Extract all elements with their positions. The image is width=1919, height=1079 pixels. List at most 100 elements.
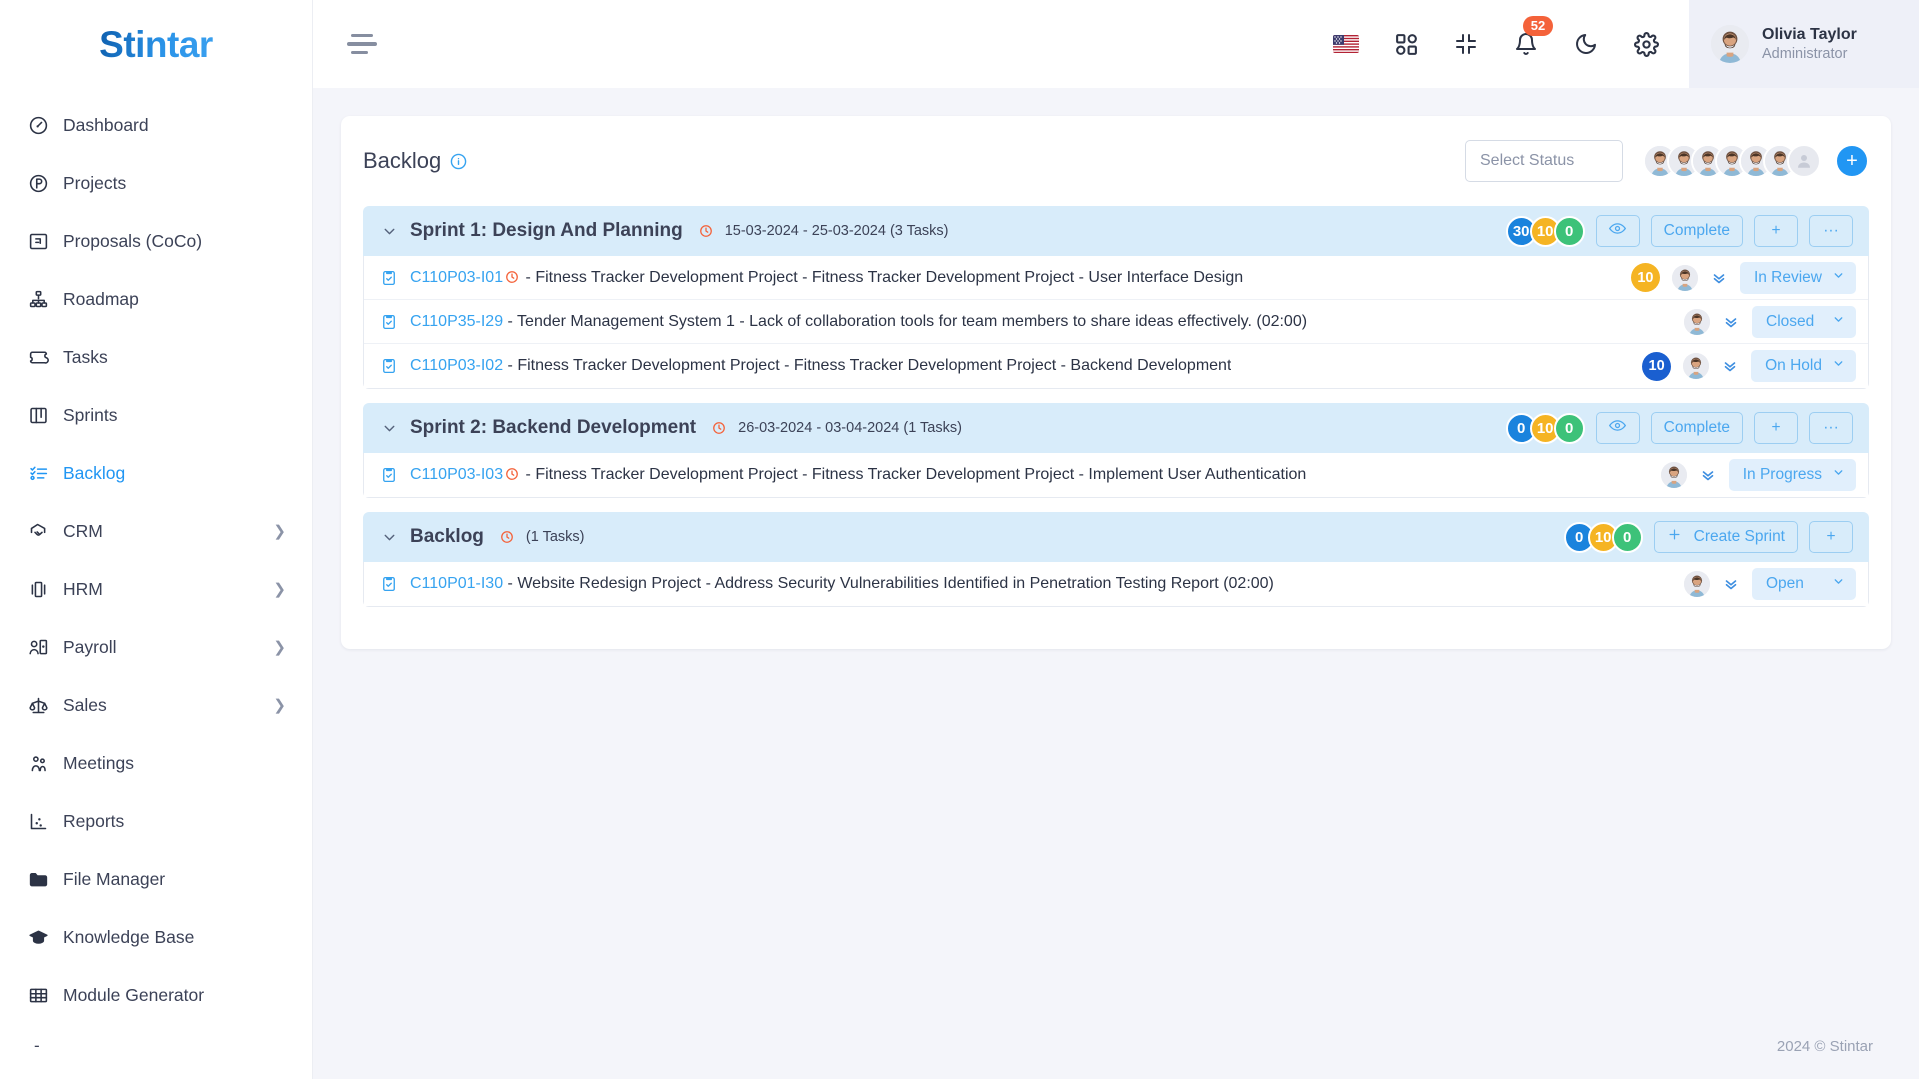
sidebar-item-label: Backlog [63,462,126,483]
create-sprint-button[interactable]: Create Sprint [1653,521,1798,553]
task-assignee-avatar[interactable] [1684,571,1710,597]
sidebar-nav: Dashboard Projects Proposals (CoCo) Roadmap… [0,90,312,1024]
count-badge: 0 [1611,521,1643,553]
add-task-button[interactable]: + [1754,412,1798,444]
member-placeholder-avatar[interactable] [1787,144,1821,178]
task-assignee-avatar[interactable] [1660,462,1687,488]
add-task-button[interactable]: + [1754,215,1798,247]
double-chevron-down-icon[interactable] [1721,357,1739,375]
double-chevron-down-icon[interactable] [1710,269,1728,287]
task-row[interactable]: C110P03-I02 - Fitness Tracker Developmen… [364,344,1868,388]
task-description: - Website Redesign Project - Address Sec… [503,575,1274,592]
sidebar-item-proposals-coco[interactable]: Proposals (CoCo) [0,212,312,270]
chevron-right-icon[interactable]: ❯ [273,638,286,656]
add-member-button[interactable]: + [1835,144,1869,178]
clock-icon [699,224,713,238]
sidebar: Stintar Dashboard Projects Proposals (CoCo… [0,0,313,1079]
sprint-header-actions: 0 10 0 Create Sprint + [1563,521,1853,553]
user-role: Administrator [1762,45,1848,62]
add-task-button[interactable]: + [1809,521,1853,553]
hrm-icon [27,578,49,600]
sidebar-item-crm[interactable]: CRM ❯ [0,502,312,560]
task-key[interactable]: C110P03-I03 [410,466,503,483]
task-title: C110P03-I03 - Fitness Tracker Developmen… [410,466,1306,484]
task-row[interactable]: C110P01-I30 - Website Redesign Project -… [364,562,1868,606]
sidebar-item-sprints[interactable]: Sprints [0,386,312,444]
task-row[interactable]: C110P03-I01 - Fitness Tracker Developmen… [364,256,1868,300]
info-icon[interactable] [450,153,467,170]
chevron-down-icon[interactable] [381,529,398,546]
sidebar-item-sales[interactable]: Sales ❯ [0,676,312,734]
task-status-select[interactable]: Closed [1752,305,1856,338]
task-row[interactable]: C110P03-I03 - Fitness Tracker Developmen… [364,453,1868,497]
payroll-icon [27,636,49,658]
chevron-down-icon[interactable] [381,223,398,240]
sidebar-item-label: Dashboard [63,114,149,135]
notification-bell-icon[interactable]: 52 [1511,16,1553,59]
card-header-actions: Select Status + [1465,140,1869,182]
task-description: - Fitness Tracker Development Project - … [503,357,1232,374]
sidebar-item-label: File Manager [63,868,166,889]
brand-name: Stintar [99,24,213,65]
sidebar-item-hrm[interactable]: HRM ❯ [0,560,312,618]
preview-sprint-button[interactable] [1595,412,1640,444]
user-profile-menu[interactable]: Olivia Taylor Administrator [1689,0,1919,88]
graduation-icon [27,926,49,948]
task-status-select[interactable]: On Hold [1751,350,1856,382]
complete-sprint-button[interactable]: Complete [1650,412,1743,444]
chevron-down-icon[interactable] [381,420,398,437]
task-assignee-avatar[interactable] [1683,353,1710,379]
task-assignee-avatar[interactable] [1684,308,1710,335]
task-row[interactable]: C110P35-I29 - Tender Management System 1… [364,300,1868,344]
more-options-button[interactable]: ··· [1809,412,1853,444]
sidebar-item-backlog[interactable]: Backlog [0,444,312,502]
reports-icon [27,810,49,832]
sidebar-item-knowledge-base[interactable]: Knowledge Base [0,908,312,966]
task-row-actions: Closed [1684,305,1856,338]
people-icon [27,752,49,774]
sidebar-item-payroll[interactable]: Payroll ❯ [0,618,312,676]
eye-icon [1609,419,1627,437]
avatar [1711,25,1749,63]
language-flag-us-icon[interactable] [1331,29,1361,59]
chevron-right-icon[interactable]: ❯ [273,580,286,598]
chevron-right-icon[interactable]: ❯ [273,522,286,540]
task-key[interactable]: C110P01-I30 [410,575,503,592]
sidebar-item-file-manager[interactable]: File Manager [0,850,312,908]
more-options-button[interactable]: ··· [1809,215,1853,247]
sprint-title: Sprint 2: Backend Development [410,417,697,438]
task-key[interactable]: C110P03-I01 [410,269,503,286]
complete-sprint-button[interactable]: Complete [1650,215,1743,247]
preview-sprint-button[interactable] [1595,215,1640,247]
double-chevron-down-icon[interactable] [1722,313,1740,331]
sidebar-item-reports[interactable]: Reports [0,792,312,850]
sidebar-item-roadmap[interactable]: Roadmap [0,270,312,328]
double-chevron-down-icon[interactable] [1699,466,1717,484]
count-badge: 0 [1553,412,1585,444]
double-chevron-down-icon[interactable] [1722,575,1740,593]
sprint-title: Sprint 1: Design And Planning [410,220,683,241]
sidebar-item-module-generator[interactable]: Module Generator [0,966,312,1024]
sidebar-item-tasks[interactable]: Tasks [0,328,312,386]
sidebar-item-dashboard[interactable]: Dashboard [0,96,312,154]
task-key[interactable]: C110P03-I02 [410,357,503,374]
chevron-right-icon[interactable]: ❯ [273,696,286,714]
brand-logo[interactable]: Stintar [0,0,312,90]
fullscreen-collapse-icon[interactable] [1451,29,1481,59]
task-assignee-avatar[interactable] [1671,264,1698,291]
task-status-select[interactable]: In Review [1739,261,1856,294]
hamburger-icon[interactable] [347,29,381,59]
sprint-meta: 26-03-2024 - 03-04-2024 (1 Tasks) [738,420,962,436]
task-status-select[interactable]: Open [1752,568,1856,600]
apps-grid-icon[interactable] [1391,29,1421,59]
task-row-actions: 10 In Review [1630,261,1856,294]
task-status-select[interactable]: In Progress [1728,459,1856,491]
handshake-icon [27,520,49,542]
notification-count-badge: 52 [1523,16,1553,36]
status-filter-select[interactable]: Select Status [1465,140,1623,182]
dark-mode-moon-icon[interactable] [1571,29,1601,59]
sidebar-item-meetings[interactable]: Meetings [0,734,312,792]
settings-gear-icon[interactable] [1631,29,1661,59]
task-key[interactable]: C110P35-I29 [410,313,503,330]
sidebar-item-projects[interactable]: Projects [0,154,312,212]
